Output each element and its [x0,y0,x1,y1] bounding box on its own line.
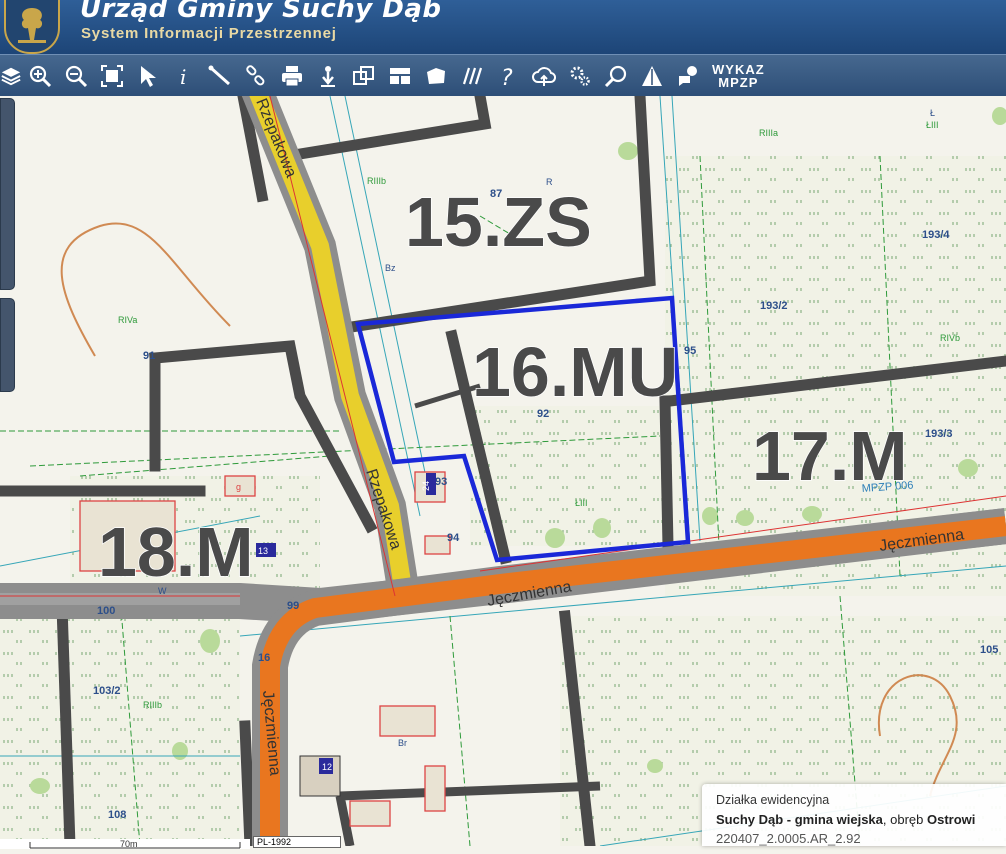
left-panel-handle-1[interactable] [0,98,15,290]
parcel-number: 99 [287,600,299,612]
upload-cloud-icon[interactable] [526,58,562,94]
download-icon[interactable] [310,58,346,94]
landuse-label: Br [398,738,407,748]
landuse-label: RIIIb [143,700,162,710]
parcel-number: 13 [258,546,268,556]
area-icon[interactable] [418,58,454,94]
landuse-label: ŁIII [575,498,588,508]
landuse-label: RIIIa [759,128,778,138]
landuse-label: Bz [385,263,396,273]
parcel-number: 108 [108,809,126,821]
info-obreb-label: , obręb [882,812,927,827]
parcel-number: 94 [447,532,460,544]
layers-icon[interactable] [0,58,22,94]
zone-label-16mu: 16.MU [472,333,678,411]
svg-text:?: ? [501,66,513,88]
app-header: Urząd Gminy Suchy Dąb System Informacji … [0,0,1006,54]
parcel-number: 16 [258,652,270,664]
settings-icon[interactable] [562,58,598,94]
parcel-number: 193/4 [922,229,950,241]
parcel-number: 24 [421,481,431,491]
landuse-label: Ł [930,108,935,118]
zoom-extent-icon[interactable] [94,58,130,94]
landuse-label: g [236,482,241,492]
landuse-label: RIVb [940,333,960,343]
layout-icon[interactable] [382,58,418,94]
search-icon[interactable] [598,58,634,94]
link-icon[interactable] [238,58,274,94]
info-parcel-id: 220407_2.0005.AR_2.92 [716,831,861,846]
info-heading: Działka ewidencyjna [716,793,830,807]
parcel-number: 105 [980,644,998,656]
landuse-label: R [546,177,553,187]
info-location: Suchy Dąb - gmina wiejska, obręb Ostrowi [716,812,975,827]
print-icon[interactable] [274,58,310,94]
parcel-number: 100 [97,605,115,617]
coat-of-arms-logo [4,0,60,54]
map-canvas[interactable]: 15.ZS 16.MU 17.M 18.M Rzepakowa Rzepakow… [0,96,1006,846]
info-obreb: Ostrowi [926,812,976,827]
pointer-icon[interactable] [130,58,166,94]
compare-icon[interactable] [346,58,382,94]
map-toolbar: i ? WYKAZ MPZP [0,54,1006,97]
svg-text:i: i [180,65,186,88]
measure-distance-icon[interactable] [202,58,238,94]
scale-bar: 70m [0,836,250,849]
comment-icon[interactable] [670,58,706,94]
info-gmina: Suchy Dąb - gmina wiejska [716,812,883,827]
mpzp-label: MPZP [718,75,759,90]
parcel-number: 92 [537,408,549,420]
warning-icon[interactable] [634,58,670,94]
landuse-label: ŁIII [926,120,939,130]
landuse-label: RIVa [118,315,137,325]
parcel-number: 12 [322,762,332,772]
parcel-number: 87 [490,188,502,200]
parcel-number: 193/3 [925,428,953,440]
parcel-number: 95 [684,345,696,357]
parcel-number: 103/2 [93,685,121,697]
parcel-number: 193/2 [760,300,788,312]
app-title: Urząd Gminy Suchy Dąb [80,0,442,24]
zone-label-18m: 18.M [98,513,254,591]
hatch-icon[interactable] [454,58,490,94]
zoom-out-icon[interactable] [58,58,94,94]
crs-select[interactable]: PL-1992 [253,836,341,848]
left-panel-handle-2[interactable] [0,298,15,392]
landuse-label: RIIIb [367,176,386,186]
help-icon[interactable]: ? [490,58,526,94]
landuse-label: W [158,586,167,596]
wykaz-mpzp-button[interactable]: WYKAZ MPZP [712,63,765,89]
parcel-info-popup: Działka ewidencyjna Suchy Dąb - gmina wi… [702,784,1006,846]
app-subtitle: System Informacji Przestrzennej [81,25,337,42]
parcel-number: 93 [435,476,447,488]
parcel-number: 91 [143,350,155,362]
info-icon[interactable]: i [166,58,202,94]
scale-label: 70m [120,839,138,849]
zoom-in-icon[interactable] [22,58,58,94]
